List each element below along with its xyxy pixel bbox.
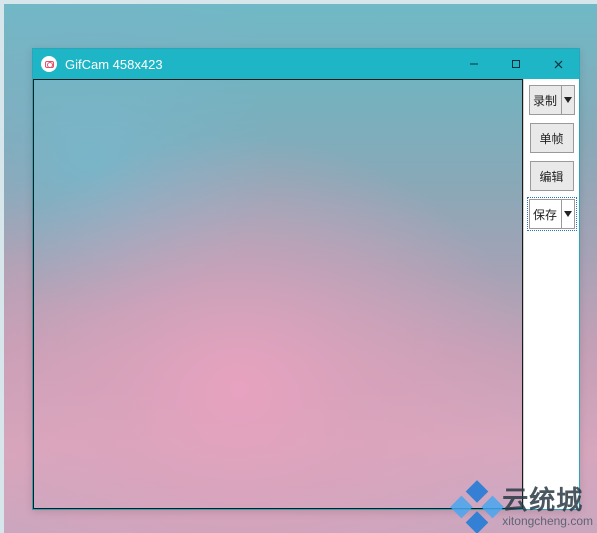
record-dropdown[interactable]: [561, 85, 575, 115]
maximize-button[interactable]: [495, 49, 537, 79]
sidebar: 录制 单帧 编辑 保存: [523, 79, 579, 509]
edit-button[interactable]: 编辑: [530, 161, 574, 191]
desktop-background: GifCam 458x423 录制 单帧: [0, 0, 597, 533]
app-icon: [41, 56, 57, 72]
titlebar[interactable]: GifCam 458x423: [33, 49, 579, 79]
chevron-down-icon: [564, 211, 572, 217]
record-button[interactable]: 录制: [529, 85, 561, 115]
camera-icon: [45, 61, 54, 68]
watermark-url: xitongcheng.com: [502, 515, 593, 527]
client-area: 录制 单帧 编辑 保存: [33, 79, 579, 509]
save-dropdown[interactable]: [561, 199, 575, 229]
single-frame-button[interactable]: 单帧: [530, 123, 574, 153]
chevron-down-icon: [564, 97, 572, 103]
app-window: GifCam 458x423 录制 单帧: [32, 48, 580, 510]
save-button[interactable]: 保存: [529, 199, 561, 229]
close-button[interactable]: [537, 49, 579, 79]
record-button-group: 录制: [529, 85, 575, 115]
minimize-button[interactable]: [453, 49, 495, 79]
window-title: GifCam 458x423: [65, 57, 163, 72]
save-button-group: 保存: [529, 199, 575, 229]
capture-viewport[interactable]: [33, 79, 523, 509]
